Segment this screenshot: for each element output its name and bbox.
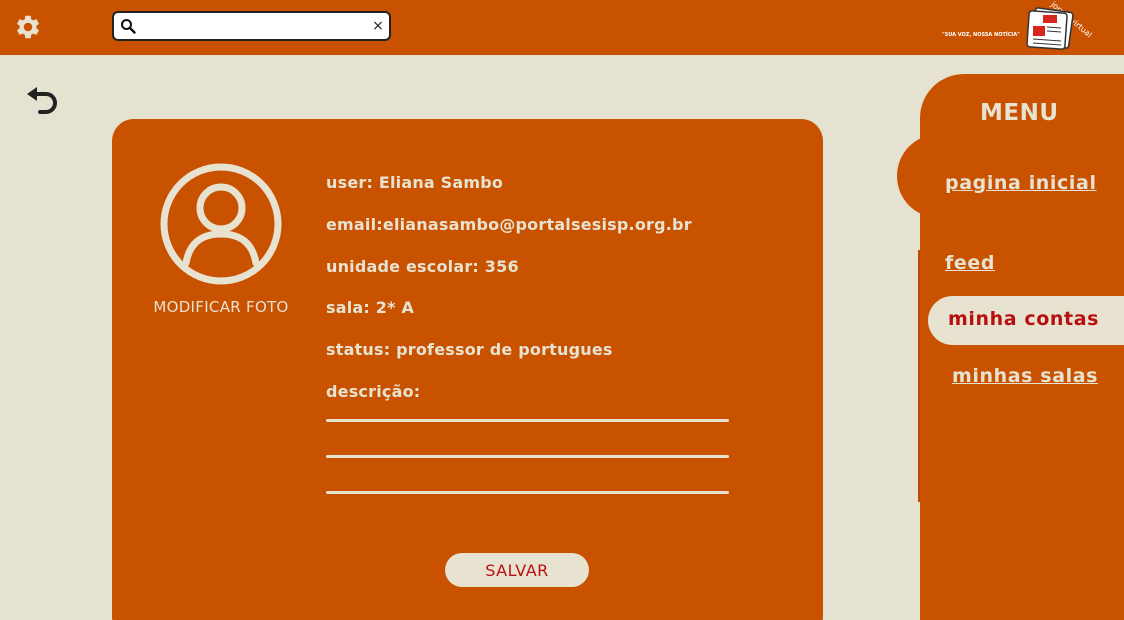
site-logo[interactable]: "SUA VOZ, NOSSA NOTÍCIA" jornal virtual <box>935 0 1115 55</box>
description-line[interactable] <box>326 419 729 422</box>
logo-slogan: "SUA VOZ, NOSSA NOTÍCIA" <box>942 32 1020 38</box>
top-bar: × "SUA VOZ, NOSSA NOTÍCIA" jornal virtua… <box>0 0 1124 55</box>
search-icon[interactable] <box>114 13 142 39</box>
menu-item-rooms[interactable]: minhas salas <box>952 365 1098 387</box>
user-email: email:elianasambo@portalsesisp.org.br <box>326 214 692 234</box>
status: status: professor de portugues <box>326 340 613 360</box>
menu-title: MENU <box>980 100 1059 126</box>
modify-photo-button[interactable]: MODIFICAR FOTO <box>148 298 294 316</box>
school-unit: unidade escolar: 356 <box>326 256 519 276</box>
newspaper-icon <box>1026 7 1074 50</box>
menu-item-accounts[interactable]: minha contas <box>948 308 1099 330</box>
search-bar: × <box>112 11 391 41</box>
clear-search-icon[interactable]: × <box>367 15 389 37</box>
description-line[interactable] <box>326 491 729 494</box>
undo-arrow-icon[interactable] <box>24 84 60 120</box>
menu-item-feed[interactable]: feed <box>945 252 995 274</box>
description-line[interactable] <box>326 455 729 458</box>
profile-info: user: Eliana Sambo email:elianasambo@por… <box>326 173 746 424</box>
room: sala: 2* A <box>326 298 415 318</box>
search-input[interactable] <box>142 15 367 37</box>
description-field[interactable] <box>326 419 729 527</box>
user-name: user: Eliana Sambo <box>326 173 504 192</box>
description-label: descrição: <box>326 381 421 401</box>
user-avatar-icon[interactable] <box>159 162 283 286</box>
menu-divider <box>918 250 920 502</box>
gear-icon[interactable] <box>13 12 43 42</box>
save-button[interactable]: SALVAR <box>445 553 589 587</box>
menu-item-home[interactable]: pagina inicial <box>945 172 1097 194</box>
profile-card: MODIFICAR FOTO user: Eliana Sambo email:… <box>112 119 823 620</box>
